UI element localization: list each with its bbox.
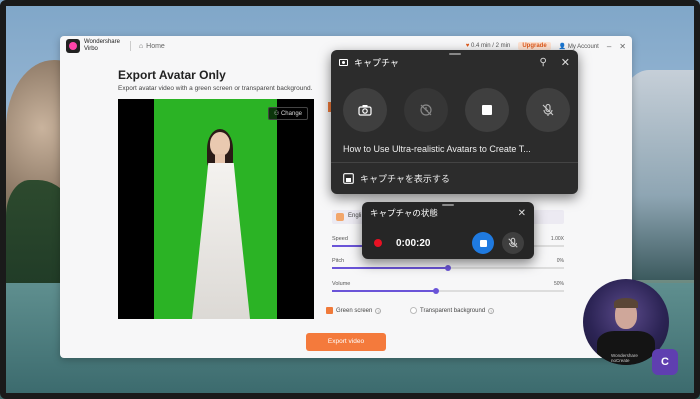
speed-value: 1.00X (550, 236, 564, 242)
separator (129, 41, 131, 51)
show-capture-label: キャプチャを表示する (360, 174, 450, 184)
drag-handle[interactable] (442, 204, 454, 206)
volume-knob[interactable] (433, 288, 440, 294)
status-title: キャプチャの状態 (370, 208, 438, 218)
avatar-preview: ⚇ Change (118, 99, 314, 319)
volume-label: Volume (332, 281, 351, 287)
pitch-label: Pitch (332, 258, 345, 264)
history-off-icon (420, 104, 432, 116)
avatar-neck (215, 154, 225, 164)
help-icon[interactable]: ? (488, 307, 495, 314)
transparent-label: Transparent background (420, 307, 486, 314)
pitch-value: 0% (556, 258, 564, 264)
page-subtitle: Export avatar video with a green screen … (118, 85, 313, 92)
divider (331, 162, 578, 163)
stop-record-button[interactable] (465, 88, 509, 132)
recording-indicator-icon (374, 239, 382, 247)
pin-icon[interactable]: ⚲ (539, 57, 546, 68)
recording-timer: 0:00:20 (396, 237, 431, 249)
green-screen-option[interactable]: Green screen ? (326, 307, 382, 314)
presenter-hair (614, 298, 638, 308)
checkbox-checked-icon[interactable] (326, 307, 333, 314)
time-label: 0.4 min / 2 min (470, 43, 511, 49)
volume-value: 50% (553, 281, 564, 287)
brand-line2: Virbo (84, 46, 98, 52)
mic-off-icon (508, 237, 518, 248)
camera-icon (358, 105, 372, 116)
account-link[interactable]: 👤 My Account (559, 43, 599, 50)
screenshot-button[interactable] (343, 88, 387, 132)
pitch-slider[interactable] (332, 265, 564, 271)
change-label: Change (280, 111, 302, 117)
volume-slider[interactable] (332, 288, 564, 294)
shirt-text-line2: noCreate (611, 358, 630, 363)
radio-icon[interactable] (410, 307, 417, 314)
stop-recording-button[interactable] (472, 232, 494, 254)
gallery-icon (343, 173, 354, 184)
transparent-option[interactable]: Transparent background ? (410, 307, 495, 314)
shirt-text: Wondershare noCreate (611, 353, 638, 363)
camera-icon (339, 58, 348, 66)
capture-buttons (343, 88, 570, 132)
channel-logo-icon: C (652, 349, 678, 375)
close-icon[interactable]: ✕ (518, 208, 526, 219)
stop-icon (482, 105, 492, 115)
capture-panel: キャプチャ ⚲ ✕ How to Use Ultra-realistic Ava… (331, 50, 578, 194)
home-link[interactable]: ⌂ Home (139, 43, 165, 50)
brand: Wondershare Virbo (84, 39, 120, 53)
mic-button[interactable] (526, 88, 570, 132)
pitch-knob[interactable] (445, 265, 451, 271)
speed-label: Speed (332, 236, 348, 242)
heart-icon: ♥ (465, 43, 470, 49)
close-window-button[interactable]: ✕ (619, 42, 626, 51)
user-icon: 👤 (558, 43, 567, 50)
close-icon[interactable]: ✕ (561, 56, 570, 69)
pitch-fill (332, 267, 448, 269)
capture-title: キャプチャ (354, 57, 399, 68)
time-usage: ♥ 0.4 min / 2 min (466, 43, 511, 49)
green-screen-label: Green screen (336, 307, 373, 314)
home-icon: ⌂ (138, 42, 144, 50)
status-row: 0:00:20 (374, 231, 524, 255)
export-video-button[interactable]: Export video (306, 333, 386, 351)
show-capture-link[interactable]: キャプチャを表示する (343, 172, 450, 185)
help-icon[interactable]: ? (375, 307, 382, 314)
video-title: How to Use Ultra-realistic Avatars to Cr… (343, 144, 531, 154)
volume-fill (332, 290, 437, 292)
mic-toggle-button[interactable] (502, 232, 524, 254)
person-icon: ⚇ (273, 111, 280, 117)
mic-off-icon (542, 103, 554, 116)
home-label: Home (146, 42, 165, 50)
drag-handle[interactable] (449, 53, 461, 55)
app-logo (66, 39, 80, 53)
page-title: Export Avatar Only (118, 68, 226, 82)
history-button[interactable] (404, 88, 448, 132)
account-label: My Account (567, 43, 599, 50)
avatar-head (210, 132, 230, 156)
minimize-button[interactable]: – (607, 42, 611, 51)
upgrade-button[interactable]: Upgrade (518, 42, 551, 50)
change-avatar-button[interactable]: ⚇ Change (267, 107, 308, 120)
capture-status-panel: キャプチャの状態 ✕ 0:00:20 (362, 202, 534, 259)
stop-icon (479, 239, 487, 247)
brand-line1: Wondershare (84, 39, 120, 45)
